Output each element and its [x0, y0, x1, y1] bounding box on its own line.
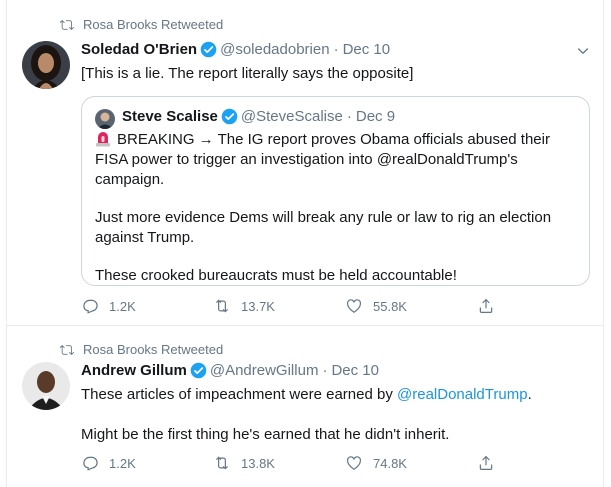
verified-badge-icon [200, 41, 217, 58]
tweet-text-line-2: Might be the first thing he's earned tha… [81, 426, 450, 443]
quoted-tweet[interactable]: Steve Scalise @SteveScalise · Dec 9 BREA… [81, 96, 590, 286]
verified-badge-icon [190, 362, 207, 379]
retweet-context: Rosa Brooks Retweeted [60, 17, 223, 32]
tweet-date[interactable]: Dec 10 [331, 362, 379, 379]
quoted-avatar [95, 109, 115, 129]
quoted-tweet-text: BREAKING → The IG report proves Obama of… [95, 130, 577, 304]
retweet-button[interactable]: 13.7K [213, 297, 345, 315]
tweet-soledad-obrien[interactable]: Rosa Brooks Retweeted Soledad O'Brien @s… [7, 0, 603, 326]
tweet-menu-button[interactable] [575, 43, 591, 59]
retweet-icon [215, 299, 229, 313]
author-handle[interactable]: @AndrewGillum [210, 362, 319, 379]
siren-emoji-icon [96, 132, 110, 147]
tweet-date[interactable]: Dec 10 [343, 41, 391, 58]
retweet-icon [60, 344, 74, 355]
quoted-paragraph-3: These crooked bureaucrats must be held a… [95, 267, 457, 284]
reply-button[interactable]: 1.2K [81, 297, 213, 315]
like-count: 74.8K [373, 455, 407, 471]
verified-badge-icon [221, 108, 238, 125]
tweet-header: Andrew Gillum @AndrewGillum · Dec 10 [81, 362, 379, 379]
separator-dot: · [333, 41, 339, 58]
tweet-text-line-1: These articles of impeachment were earne… [81, 385, 587, 405]
like-button[interactable]: 74.8K [345, 454, 477, 472]
quoted-avatar-image [95, 109, 115, 129]
separator-dot: · [322, 362, 328, 379]
tweet-header: Soledad O'Brien @soledadobrien · Dec 10 [81, 41, 390, 58]
retweet-icon [215, 456, 229, 470]
reply-count: 1.2K [109, 298, 136, 314]
avatar-image [22, 41, 70, 89]
avatar-image [22, 362, 70, 410]
tweet-text-before-link: These articles of impeachment were earne… [81, 386, 397, 403]
chevron-down-icon [577, 48, 589, 54]
tweet-text-line: [This is a lie. The report literally say… [81, 65, 414, 82]
share-icon [479, 298, 493, 313]
author-name[interactable]: Andrew Gillum [81, 362, 187, 379]
author-name[interactable]: Soledad O'Brien [81, 41, 197, 58]
quoted-author-handle: @SteveScalise [240, 108, 343, 125]
separator-dot: · [346, 108, 352, 125]
retweet-context-label[interactable]: Rosa Brooks Retweeted [83, 17, 223, 32]
avatar[interactable] [22, 41, 70, 89]
avatar[interactable] [22, 362, 70, 410]
quoted-tweet-date: Dec 9 [355, 108, 396, 125]
share-button[interactable] [477, 454, 507, 472]
tweet-actions: 1.2K 13.7K 55.8K [81, 297, 521, 315]
reply-button[interactable]: 1.2K [81, 454, 213, 472]
reply-count: 1.2K [109, 455, 136, 471]
tweet-text: These articles of impeachment were earne… [81, 385, 587, 445]
retweet-icon [60, 19, 74, 30]
quoted-paragraph-2: Just more evidence Dems will break any r… [95, 209, 552, 246]
quoted-paragraph-1-text: BREAKING → The IG report proves Obama of… [95, 131, 550, 188]
like-button[interactable]: 55.8K [345, 297, 477, 315]
timeline: Rosa Brooks Retweeted Soledad O'Brien @s… [6, 0, 604, 487]
tweet-andrew-gillum[interactable]: Rosa Brooks Retweeted Andrew Gillum @And… [7, 327, 603, 487]
like-icon [346, 299, 362, 313]
share-icon [479, 455, 493, 470]
retweet-context: Rosa Brooks Retweeted [60, 342, 223, 357]
retweet-button[interactable]: 13.8K [213, 454, 345, 472]
reply-icon [83, 456, 98, 471]
mention-link[interactable]: @realDonaldTrump [397, 386, 528, 403]
author-handle[interactable]: @soledadobrien [220, 41, 329, 58]
tweet-text: [This is a lie. The report literally say… [81, 64, 587, 84]
tweet-actions: 1.2K 13.8K 74.8K [81, 454, 521, 472]
reply-icon [83, 299, 98, 314]
like-icon [346, 456, 362, 470]
quoted-tweet-header: Steve Scalise @SteveScalise · Dec 9 [122, 108, 395, 125]
retweet-context-label[interactable]: Rosa Brooks Retweeted [83, 342, 223, 357]
share-button[interactable] [477, 297, 507, 315]
retweet-count: 13.7K [241, 298, 275, 314]
retweet-count: 13.8K [241, 455, 275, 471]
tweet-text-after-link: . [527, 386, 532, 403]
quoted-paragraph-1: BREAKING → The IG report proves Obama of… [95, 130, 577, 190]
like-count: 55.8K [373, 298, 407, 314]
quoted-author-name: Steve Scalise [122, 108, 218, 125]
